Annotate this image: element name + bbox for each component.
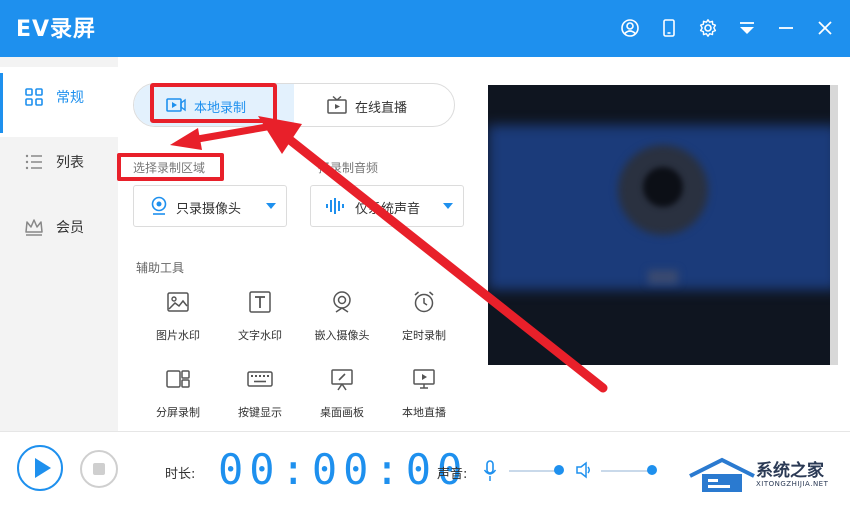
- app-title: EV录屏: [16, 17, 97, 42]
- stop-button[interactable]: [80, 450, 118, 488]
- play-button[interactable]: [17, 445, 63, 491]
- camera-preview: [488, 85, 838, 365]
- close-icon[interactable]: [815, 18, 835, 38]
- sidebar-item-label: 列表: [56, 155, 84, 171]
- list-icon: [25, 154, 42, 170]
- speaker-volume-slider[interactable]: [601, 470, 653, 472]
- tool-label: 分屏录制: [156, 406, 200, 419]
- tool-label: 图片水印: [156, 329, 200, 342]
- tool-desktop-board[interactable]: 桌面画板: [307, 367, 377, 427]
- tab-live-stream[interactable]: 在线直播: [294, 84, 454, 126]
- sidebar-item-label: 会员: [56, 220, 84, 236]
- sidebar: 常规 列表 会员: [0, 57, 118, 431]
- crown-icon: [25, 219, 43, 236]
- watermark-title: 系统之家: [756, 461, 824, 481]
- speaker-volume-knob[interactable]: [646, 465, 657, 475]
- highlight-box-local-record: [150, 83, 277, 123]
- phone-icon[interactable]: [659, 18, 679, 38]
- mic-volume-knob[interactable]: [553, 465, 564, 475]
- tools-label: 辅助工具: [136, 261, 185, 275]
- tool-label: 文字水印: [238, 329, 282, 342]
- tool-label: 定时录制: [402, 329, 446, 342]
- title-bar: EV录屏: [0, 0, 850, 57]
- speaker-icon[interactable]: [575, 461, 593, 479]
- tool-timed-record[interactable]: 定时录制: [389, 290, 459, 350]
- image-watermark-icon: [167, 292, 189, 312]
- monitor-play-icon: [413, 369, 435, 389]
- gear-icon[interactable]: [698, 18, 718, 38]
- sidebar-item-general[interactable]: 常规: [0, 67, 118, 137]
- tool-label: 按键显示: [238, 406, 282, 419]
- split-screen-icon: [166, 370, 190, 388]
- tool-embed-webcam[interactable]: 嵌入摄像头: [307, 290, 377, 350]
- sidebar-item-vip[interactable]: 会员: [0, 197, 118, 257]
- audio-select-value: 仅系统声音: [355, 202, 421, 217]
- keyboard-icon: [247, 371, 273, 387]
- tool-label: 本地直播: [402, 406, 446, 419]
- webcam-icon: [151, 196, 167, 215]
- region-select[interactable]: 只录摄像头: [133, 185, 287, 227]
- user-icon[interactable]: [620, 18, 640, 38]
- menu-icon[interactable]: [737, 18, 757, 38]
- tool-split-screen[interactable]: 分屏录制: [143, 367, 213, 427]
- tool-label: 桌面画板: [320, 406, 364, 419]
- tool-key-display[interactable]: 按键显示: [225, 367, 295, 427]
- text-watermark-icon: [249, 291, 271, 313]
- tv-icon: [327, 96, 347, 114]
- sidebar-item-label: 常规: [56, 90, 84, 106]
- alarm-clock-icon: [414, 291, 434, 313]
- region-select-value: 只录摄像头: [176, 202, 242, 217]
- tool-local-live[interactable]: 本地直播: [389, 367, 459, 427]
- volume-label: 声音:: [437, 467, 468, 482]
- grid-icon: [25, 88, 43, 106]
- sidebar-item-list[interactable]: 列表: [0, 132, 118, 192]
- record-timer: 00:00:00: [218, 445, 469, 494]
- tool-text-watermark[interactable]: 文字水印: [225, 290, 295, 350]
- drawing-board-icon: [331, 369, 353, 391]
- tab-live-stream-label: 在线直播: [355, 101, 408, 116]
- audio-label: 择录制音频: [318, 161, 379, 175]
- minimize-icon[interactable]: [776, 18, 796, 38]
- chevron-down-icon: [266, 203, 276, 209]
- sound-wave-icon: [326, 198, 344, 214]
- duration-label: 时长:: [165, 467, 196, 482]
- microphone-icon[interactable]: [483, 460, 497, 482]
- highlight-box-region-label: [117, 153, 224, 181]
- tool-image-watermark[interactable]: 图片水印: [143, 290, 213, 350]
- chevron-down-icon: [443, 203, 453, 209]
- tool-label: 嵌入摄像头: [314, 329, 370, 342]
- audio-select[interactable]: 仅系统声音: [310, 185, 464, 227]
- webcam-icon: [333, 291, 351, 313]
- watermark-url: XITONGZHIJIA.NET: [756, 480, 829, 488]
